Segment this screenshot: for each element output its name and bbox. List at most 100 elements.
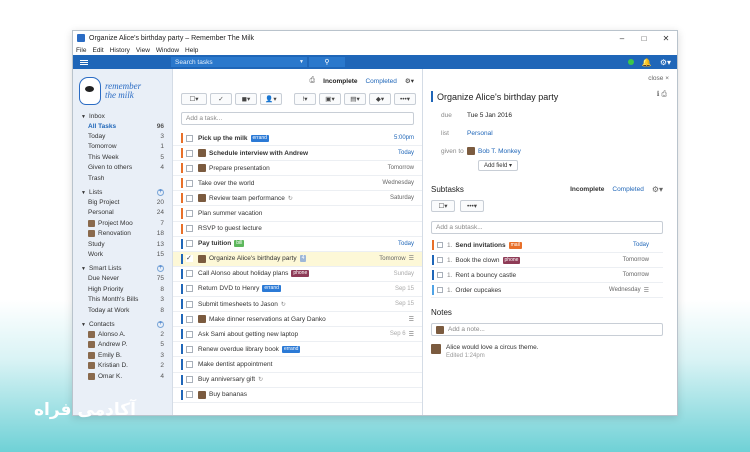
- close-detail-button[interactable]: close ×: [648, 75, 669, 82]
- task-row[interactable]: Renew overdue library book errand: [173, 342, 422, 358]
- subtask-checkbox[interactable]: [437, 257, 443, 263]
- select-checkbox-dropdown[interactable]: ☐▾: [181, 93, 207, 105]
- task-checkbox[interactable]: [186, 270, 193, 278]
- search-dropdown-icon[interactable]: ▼: [299, 59, 304, 65]
- task-row[interactable]: Schedule interview with Andrew Today: [173, 146, 422, 162]
- sidebar-item[interactable]: Big Project 20: [73, 197, 172, 207]
- task-row[interactable]: ✓ Organize Alice's birthday party 4 Tomorro…: [173, 251, 422, 267]
- list-button[interactable]: ▤▾: [344, 93, 366, 105]
- task-checkbox[interactable]: [186, 360, 193, 368]
- menu-history[interactable]: History: [110, 47, 130, 54]
- sidebar-item[interactable]: Renovation 18: [73, 229, 172, 239]
- menu-edit[interactable]: Edit: [92, 47, 103, 54]
- task-row[interactable]: Take over the world Wednesday: [173, 176, 422, 192]
- settings-gear-icon[interactable]: ⚙▾: [660, 58, 671, 67]
- subtasks-gear-icon[interactable]: ⚙▾: [652, 185, 663, 194]
- print-detail-icon[interactable]: ⎙: [661, 91, 667, 98]
- task-checkbox[interactable]: [186, 345, 193, 353]
- task-checkbox[interactable]: [186, 210, 193, 218]
- sidebar-section-lists[interactable]: ▼ Lists +: [73, 187, 172, 197]
- task-checkbox[interactable]: [186, 240, 193, 248]
- add-lists-button[interactable]: +: [157, 188, 164, 196]
- subtask-row[interactable]: 1. Order cupcakes Wednesday ☰: [431, 283, 663, 298]
- sidebar-item[interactable]: This Week 5: [73, 152, 172, 162]
- task-checkbox[interactable]: ✓: [186, 255, 193, 263]
- subtask-row[interactable]: 1. Book the clown phone Tomorrow: [431, 253, 663, 268]
- task-checkbox[interactable]: [186, 134, 193, 142]
- task-checkbox[interactable]: [186, 194, 193, 202]
- sidebar-item[interactable]: Today at Work 8: [73, 305, 172, 315]
- subtask-checkbox[interactable]: [437, 272, 443, 278]
- assign-button[interactable]: 👤▾: [260, 93, 282, 105]
- subtasks-tab-incomplete[interactable]: Incomplete: [570, 186, 604, 193]
- sidebar-item[interactable]: Given to others 4: [73, 163, 172, 173]
- task-row[interactable]: Make dinner reservations at Gary Danko ☰: [173, 312, 422, 328]
- task-row[interactable]: Buy bananas: [173, 388, 422, 403]
- task-row[interactable]: Submit timesheets to Jason ↻ Sep 15: [173, 297, 422, 313]
- task-row[interactable]: Pick up the milk errand 5:00pm: [173, 131, 422, 147]
- more-button[interactable]: •••▾: [394, 93, 416, 105]
- subtasks-tab-completed[interactable]: Completed: [612, 186, 643, 193]
- task-row[interactable]: Make dentist appointment: [173, 357, 422, 373]
- task-row[interactable]: Prepare presentation Tomorrow: [173, 161, 422, 177]
- task-row[interactable]: Pay tuition bill Today: [173, 237, 422, 252]
- subtask-row[interactable]: 1. Send invitations mail Today: [431, 238, 663, 253]
- bell-icon[interactable]: 🔔: [642, 58, 652, 67]
- tab-completed[interactable]: Completed: [365, 78, 396, 85]
- sidebar-item[interactable]: Andrew P. 5: [73, 340, 172, 350]
- add-smart-button[interactable]: +: [157, 265, 164, 273]
- task-tag[interactable]: errand: [281, 345, 301, 353]
- task-checkbox[interactable]: [186, 376, 193, 384]
- task-tag[interactable]: phone: [291, 270, 310, 278]
- add-contacts-button[interactable]: +: [157, 320, 164, 328]
- list-settings-gear-icon[interactable]: ⚙▾: [405, 77, 414, 85]
- maximize-button[interactable]: □: [633, 34, 655, 43]
- print-icon[interactable]: ⎙: [310, 77, 316, 85]
- subtask-tag[interactable]: phone: [502, 256, 521, 264]
- task-tag[interactable]: errand: [262, 285, 281, 293]
- sidebar-item[interactable]: Emily B. 3: [73, 350, 172, 360]
- due-date-button[interactable]: ▣▾: [319, 93, 341, 105]
- task-checkbox[interactable]: [186, 315, 193, 323]
- menu-icon[interactable]: [77, 55, 91, 69]
- sidebar-item[interactable]: Kristian D. 2: [73, 360, 172, 370]
- task-checkbox[interactable]: [186, 149, 193, 157]
- add-subtask-input[interactable]: Add a subtask...: [431, 221, 663, 234]
- sidebar-item[interactable]: Tomorrow 1: [73, 142, 172, 152]
- task-checkbox[interactable]: [186, 391, 193, 399]
- task-row[interactable]: Buy anniversary gift ↻: [173, 373, 422, 388]
- task-checkbox[interactable]: [186, 164, 193, 172]
- minimize-button[interactable]: –: [611, 34, 633, 43]
- sidebar-item[interactable]: Omar K. 4: [73, 371, 172, 381]
- given-to-value[interactable]: Bob T. Monkey: [467, 147, 521, 155]
- tab-incomplete[interactable]: Incomplete: [323, 78, 357, 85]
- task-checkbox[interactable]: [186, 225, 193, 233]
- task-checkbox[interactable]: [186, 300, 193, 308]
- close-window-button[interactable]: ✕: [655, 34, 677, 43]
- detail-title[interactable]: Organize Alice's birthday party: [437, 92, 558, 102]
- task-row[interactable]: Plan summer vacation: [173, 206, 422, 222]
- list-value[interactable]: Personal: [467, 130, 493, 137]
- task-row[interactable]: Ask Sami about getting new laptop Sep 6 ☰: [173, 327, 422, 343]
- subtask-more-button[interactable]: •••▾: [460, 200, 484, 212]
- sidebar-section-inbox[interactable]: ▼ Inbox: [73, 111, 172, 121]
- sidebar-item[interactable]: Due Never 75: [73, 274, 172, 284]
- sidebar-item[interactable]: Personal 24: [73, 208, 172, 218]
- subtask-checkbox[interactable]: [437, 287, 443, 293]
- menu-view[interactable]: View: [136, 47, 150, 54]
- sidebar-item[interactable]: Study 13: [73, 239, 172, 249]
- sidebar-item[interactable]: This Month's Bills 3: [73, 294, 172, 304]
- search-button[interactable]: ⚲: [309, 57, 345, 67]
- priority-button[interactable]: !▾: [294, 93, 316, 105]
- task-checkbox[interactable]: [186, 285, 193, 293]
- postpone-button[interactable]: ◼▾: [235, 93, 257, 105]
- sidebar-item[interactable]: Alonso A. 2: [73, 329, 172, 339]
- tag-button[interactable]: ◆▾: [369, 93, 391, 105]
- add-field-button[interactable]: Add field ▾: [478, 160, 518, 171]
- subtask-checkbox[interactable]: [437, 242, 443, 248]
- add-task-input[interactable]: Add a task...: [181, 112, 414, 125]
- sidebar-item[interactable]: Project Moo 7: [73, 218, 172, 228]
- task-row[interactable]: RSVP to guest lecture: [173, 222, 422, 237]
- complete-button[interactable]: ✓: [210, 93, 232, 105]
- task-tag[interactable]: bill: [234, 240, 245, 248]
